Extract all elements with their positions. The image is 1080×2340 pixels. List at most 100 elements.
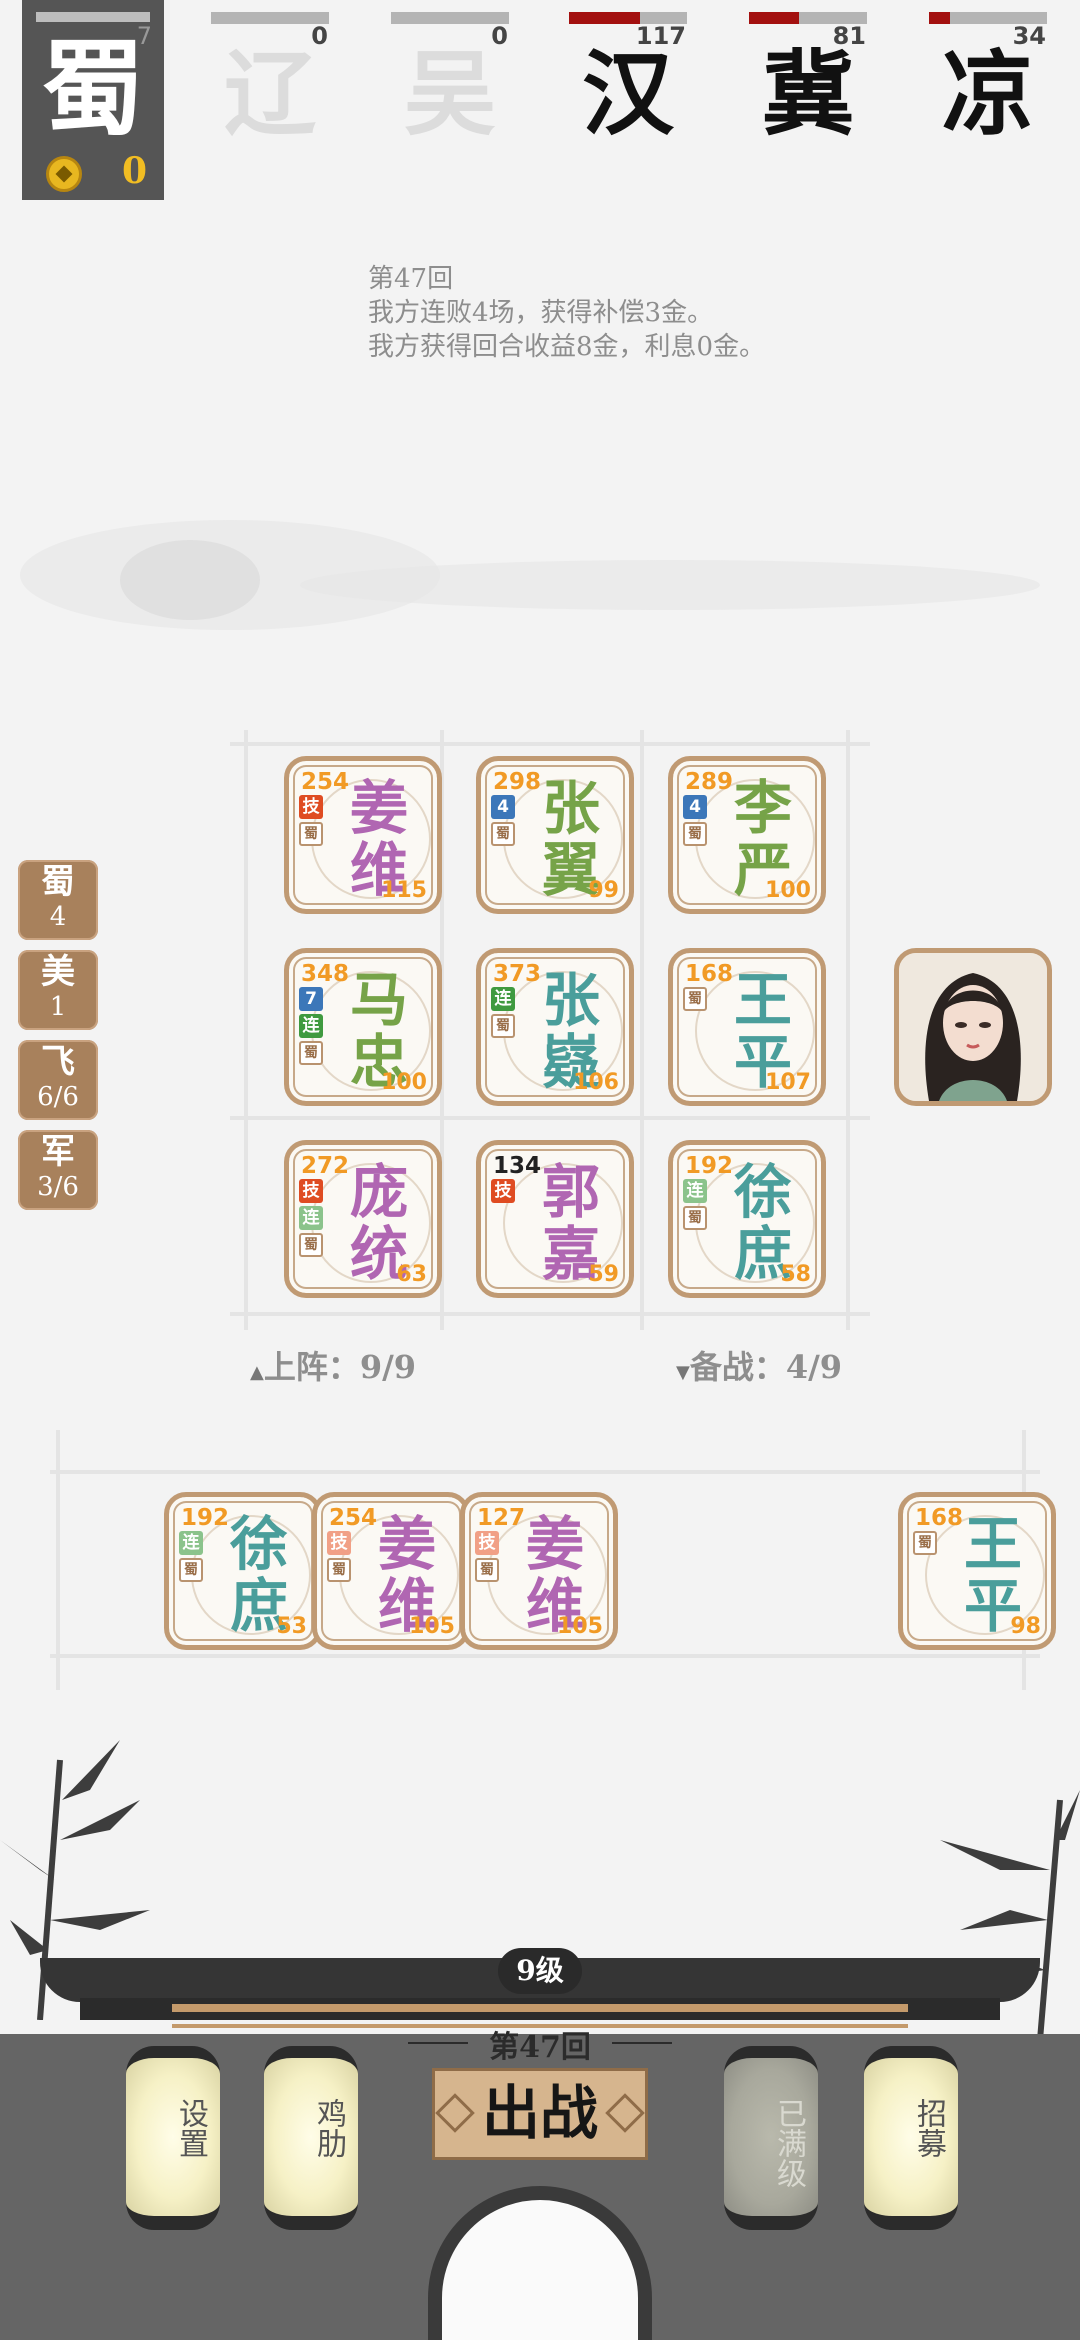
settings-label: 设置 [173,2098,208,2158]
grid-line [230,742,870,746]
faction-liang[interactable]: 34 凉 [928,8,1048,158]
unit-card[interactable]: 373 连蜀 张嶷 106 [476,948,634,1106]
mist-decoration [300,560,1040,610]
grid-line [50,1654,1040,1658]
chicken-rib-button[interactable]: 鸡肋 [264,2046,358,2230]
trait-count: 4 [49,902,67,932]
trait-name: 飞 [41,1042,75,1082]
trait-jun[interactable]: 军 3/6 [18,1130,98,1210]
faction-han[interactable]: 117 汉 [568,8,688,158]
deployed-label: 上阵：9/9 [263,1348,417,1386]
skill-tag: 技 [299,795,323,819]
grid-line [230,1116,870,1120]
unit-attack: 63 [396,1262,427,1287]
skill-tag: 技 [299,1179,323,1203]
trait-count: 6/6 [37,1082,79,1112]
gold-coin-icon [46,156,82,192]
hero-portrait[interactable] [894,948,1052,1106]
faction-glyph: 吴 [403,40,496,148]
faction-tag: 蜀 [475,1558,499,1582]
bench-label: 备战：4/9 [689,1348,843,1386]
settings-button[interactable]: 设置 [126,2046,220,2230]
recruit-label: 招募 [911,2098,946,2158]
skill-tag: 技 [327,1531,351,1555]
unit-attack: 58 [780,1262,811,1287]
chicken-rib-label: 鸡肋 [311,2098,346,2158]
star-tag: 4 [683,795,707,819]
trait-count: 3/6 [37,1172,79,1202]
player-level-badge: 9级 [498,1948,582,1994]
trait-name: 军 [41,1132,75,1172]
faction-tag: 蜀 [491,822,515,846]
bench-card[interactable]: 168 蜀 王平 98 [898,1492,1056,1650]
player-gold-value: 0 [122,150,148,192]
down-arrow-icon: ▼ [676,1362,690,1383]
beam-decoration [172,2004,908,2012]
grid-line [56,1430,60,1690]
log-income: 我方获得回合收益8金，利息0金。 [368,332,766,362]
round-label: 第47回 [408,2022,672,2066]
trait-fei[interactable]: 飞 6/6 [18,1040,98,1120]
bench-counter: ▼备战：4/9 [676,1342,842,1388]
fight-button[interactable]: 出战 [432,2068,648,2160]
unit-card[interactable]: 272 技连蜀 庞统 63 [284,1140,442,1298]
faction-liao[interactable]: 0 辽 [210,8,330,158]
round-log: 第47回 我方连败4场，获得补偿3金。 我方获得回合收益8金，利息0金。 [368,262,765,364]
log-round: 第47回 [368,264,454,294]
star-tag: 7 [299,987,323,1011]
deployed-counter: ▲上阵：9/9 [250,1342,416,1388]
bench-card[interactable]: 127 技蜀 姜维 105 [460,1492,618,1650]
link-tag: 连 [299,1014,323,1038]
faction-tag: 蜀 [327,1558,351,1582]
unit-attack: 53 [276,1614,307,1639]
faction-tag: 蜀 [683,822,707,846]
faction-tag: 蜀 [299,822,323,846]
link-tag: 连 [179,1531,203,1555]
bench-card[interactable]: 192 连蜀 徐庶 53 [164,1492,322,1650]
faction-glyph: 辽 [223,40,316,148]
unit-card[interactable]: 192 连蜀 徐庶 58 [668,1140,826,1298]
faction-wu[interactable]: 0 吴 [390,8,510,158]
max-level-button[interactable]: 已满级 [724,2046,818,2230]
unit-attack: 100 [381,1070,427,1095]
unit-card[interactable]: 254 技蜀 姜维 115 [284,756,442,914]
player-faction-panel: 7 蜀 0 [22,0,164,200]
trait-name: 美 [41,952,75,992]
unit-attack: 99 [588,878,619,903]
faction-ji[interactable]: 81 冀 [748,8,868,158]
faction-tag: 蜀 [491,1014,515,1038]
log-streak: 我方连败4场，获得补偿3金。 [368,298,714,328]
faction-tag: 蜀 [179,1558,203,1582]
recruit-button[interactable]: 招募 [864,2046,958,2230]
unit-card[interactable]: 298 4蜀 张翼 99 [476,756,634,914]
faction-glyph: 冀 [761,40,854,148]
max-level-label: 已满级 [771,2098,806,2188]
unit-card[interactable]: 289 4蜀 李严 100 [668,756,826,914]
bench-card[interactable]: 254 技蜀 姜维 105 [312,1492,470,1650]
trait-shu[interactable]: 蜀 4 [18,860,98,940]
lady-portrait-icon [899,953,1047,1101]
up-arrow-icon: ▲ [250,1362,264,1383]
moon-decoration [120,540,260,620]
skill-tag: 技 [491,1179,515,1203]
faction-tag: 蜀 [299,1233,323,1257]
link-tag: 连 [299,1206,323,1230]
faction-glyph: 汉 [581,40,674,148]
faction-glyph: 凉 [941,40,1034,148]
player-faction-glyph: 蜀 [40,27,145,150]
link-tag: 连 [491,987,515,1011]
faction-tag: 蜀 [913,1531,937,1555]
unit-card[interactable]: 134 技 郭嘉 59 [476,1140,634,1298]
skill-tag: 技 [475,1531,499,1555]
unit-attack: 105 [557,1614,603,1639]
trait-mei[interactable]: 美 1 [18,950,98,1030]
unit-attack: 115 [381,878,427,903]
grid-line [230,1312,870,1316]
grid-line [846,730,850,1330]
unit-attack: 106 [573,1070,619,1095]
grid-line [244,730,248,1330]
unit-card[interactable]: 168 蜀 王平 107 [668,948,826,1106]
star-tag: 4 [491,795,515,819]
unit-card[interactable]: 348 7连蜀 马忠 100 [284,948,442,1106]
faction-tag: 蜀 [683,987,707,1011]
